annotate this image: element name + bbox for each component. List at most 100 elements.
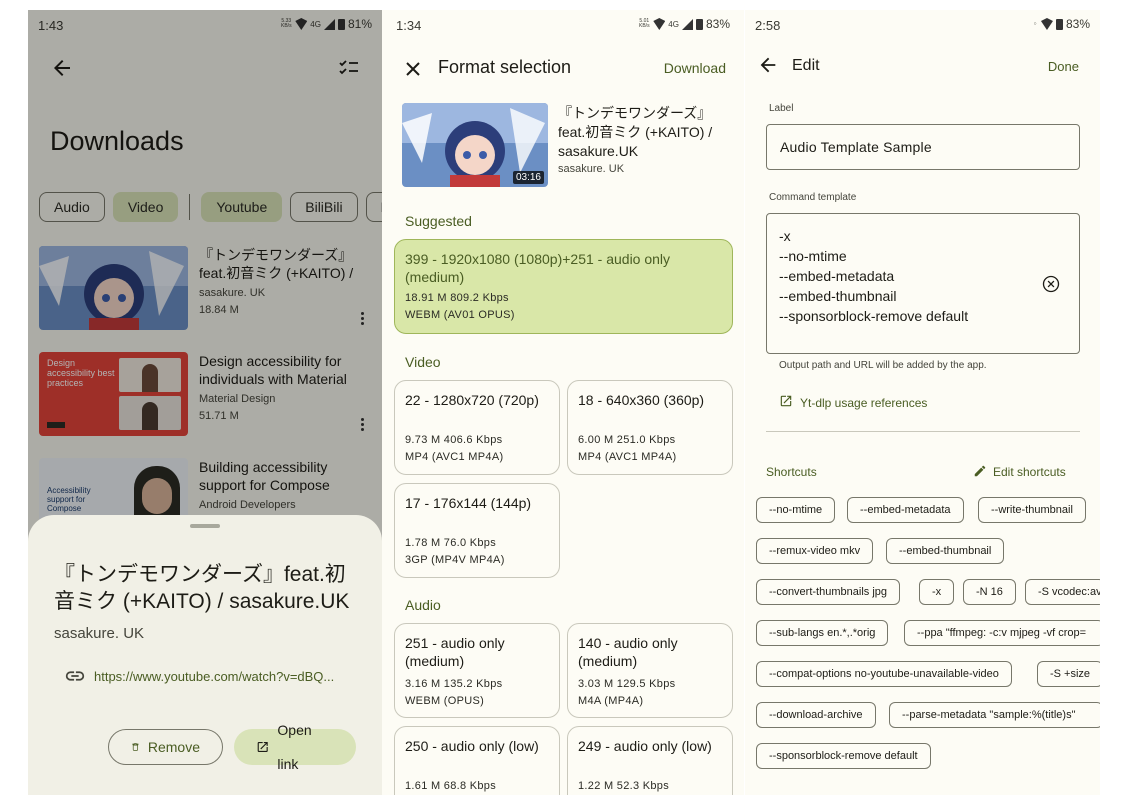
bottom-sheet: 『トンデモワンダーズ』feat.初音ミク (+KAITO) / sasakure… xyxy=(28,515,382,795)
format-card[interactable]: 249 - audio only (low) 1.22 M 52.3 Kbps xyxy=(567,726,733,795)
format-card[interactable]: 140 - audio only (medium) 3.03 M 129.5 K… xyxy=(567,623,733,718)
edit-template-screen: 2:58 ○ 83% Edit Done Label Audio Templat… xyxy=(745,10,1100,795)
drag-handle[interactable] xyxy=(190,524,220,528)
shortcut-chip[interactable]: --sub-langs en.*,.*orig xyxy=(756,620,889,646)
trash-icon xyxy=(132,743,139,751)
shortcut-chip[interactable]: --ppa "ffmpeg: -c:v mjpeg -vf crop= xyxy=(904,620,1100,646)
video-title: 『トンデモワンダーズ』feat.初音ミク (+KAITO) / sasakure… xyxy=(558,105,713,159)
clear-icon[interactable] xyxy=(1041,274,1061,294)
format-title: 249 - audio only (low) xyxy=(578,738,712,754)
page-title: Edit xyxy=(792,57,820,74)
format-codec: MP4 (AVC1 MP4A) xyxy=(578,451,677,463)
video-url-link[interactable]: https://www.youtube.com/watch?v=dBQ... xyxy=(94,669,344,684)
back-arrow-icon[interactable] xyxy=(757,54,779,76)
section-suggested: Suggested xyxy=(405,213,472,229)
status-icons: ○ 83% xyxy=(1032,17,1090,31)
label-input[interactable]: Audio Template Sample xyxy=(766,124,1080,170)
status-bar: 1:34 5.01 KB/s 4G 83% xyxy=(382,10,744,40)
shortcut-chip[interactable]: -N 16 xyxy=(963,579,1016,605)
open-link-button[interactable]: Open link xyxy=(234,722,356,772)
format-card[interactable]: 250 - audio only (low) 1.61 M 68.8 Kbps xyxy=(394,726,560,795)
alarm-icon: ○ xyxy=(1033,20,1037,27)
format-size: 1.78 M 76.0 Kbps xyxy=(405,537,497,549)
format-selection-screen: 1:34 5.01 KB/s 4G 83% Format selection D… xyxy=(382,10,744,795)
shortcut-chip[interactable]: --no-mtime xyxy=(756,497,836,523)
helper-text: Output path and URL will be added by the… xyxy=(779,360,987,371)
format-title: 18 - 640x360 (360p) xyxy=(578,392,705,408)
download-button[interactable]: Download xyxy=(664,60,726,76)
format-size: 3.03 M 129.5 Kbps xyxy=(578,678,676,690)
page-title: Format selection xyxy=(438,57,572,77)
format-size: 9.73 M 406.6 Kbps xyxy=(405,434,503,446)
shortcut-chip[interactable]: --sponsorblock-remove default xyxy=(756,743,931,769)
format-size: 6.00 M 251.0 Kbps xyxy=(578,434,676,446)
section-audio: Audio xyxy=(405,597,441,613)
command-line: --embed-metadata xyxy=(779,268,895,284)
label-caption: Label xyxy=(769,103,794,114)
command-line: --sponsorblock-remove default xyxy=(779,308,969,324)
format-title: 140 - audio only (medium) xyxy=(578,635,678,669)
battery-level: 83% xyxy=(705,17,730,31)
wifi-icon xyxy=(653,18,666,30)
format-codec: WEBM (AV01 OPUS) xyxy=(405,309,515,321)
network-type: 4G xyxy=(668,19,679,29)
shortcut-chip[interactable]: --remux-video mkv xyxy=(756,538,874,564)
usage-references-link[interactable]: Yt-dlp usage references xyxy=(800,396,927,410)
shortcut-chip[interactable]: --embed-metadata xyxy=(847,497,964,523)
video-channel: sasakure. UK xyxy=(558,163,625,175)
battery-icon xyxy=(1055,18,1063,30)
status-icons: 5.01 KB/s 4G 83% xyxy=(638,17,730,31)
divider xyxy=(766,431,1080,432)
command-line: --no-mtime xyxy=(779,248,847,264)
remove-button[interactable]: Remove xyxy=(108,729,223,765)
format-title: 399 - 1920x1080 (1080p)+251 - audio only… xyxy=(405,251,671,285)
link-icon xyxy=(65,671,85,681)
format-card[interactable]: 18 - 640x360 (360p) 6.00 M 251.0 Kbps MP… xyxy=(567,380,733,475)
format-size: 18.91 M 809.2 Kbps xyxy=(405,292,509,304)
format-size: 3.16 M 135.2 Kbps xyxy=(405,678,503,690)
shortcut-chip[interactable]: --convert-thumbnails jpg xyxy=(756,579,900,605)
shortcut-chip[interactable]: -S +size xyxy=(1037,661,1100,687)
network-speed: 5.01 KB/s xyxy=(639,18,650,29)
shortcut-chip[interactable]: --compat-options no-youtube-unavailable-… xyxy=(756,661,1012,687)
video-thumbnail: 03:16 xyxy=(402,103,548,187)
shortcut-chip[interactable]: --embed-thumbnail xyxy=(886,538,1005,564)
signal-icon xyxy=(681,18,693,30)
format-size: 1.61 M 68.8 Kbps xyxy=(405,780,497,792)
status-bar: 2:58 ○ 83% xyxy=(745,10,1100,40)
command-text: -x --no-mtime --embed-metadata --embed-t… xyxy=(779,226,968,326)
format-card[interactable]: 22 - 1280x720 (720p) 9.73 M 406.6 Kbps M… xyxy=(394,380,560,475)
command-line: -x xyxy=(779,228,791,244)
status-time: 1:34 xyxy=(396,18,422,33)
format-title: 17 - 176x144 (144p) xyxy=(405,495,532,511)
format-codec: MP4 (AVC1 MP4A) xyxy=(405,451,504,463)
wifi-icon xyxy=(1040,18,1053,30)
sheet-title: 『トンデモワンダーズ』feat.初音ミク (+KAITO) / sasakure… xyxy=(54,563,350,613)
shortcut-chip[interactable]: --download-archive xyxy=(756,702,876,728)
shortcut-chip[interactable]: --write-thumbnail xyxy=(978,497,1086,523)
format-size: 1.22 M 52.3 Kbps xyxy=(578,780,670,792)
edit-shortcuts-button[interactable]: Edit shortcuts xyxy=(993,465,1066,479)
command-template-input[interactable]: -x --no-mtime --embed-metadata --embed-t… xyxy=(766,213,1080,354)
format-card[interactable]: 251 - audio only (medium) 3.16 M 135.2 K… xyxy=(394,623,560,718)
format-title: 22 - 1280x720 (720p) xyxy=(405,392,539,408)
shortcut-chip[interactable]: -x xyxy=(919,579,955,605)
shortcut-chip[interactable]: --parse-metadata "sample:%(title)s" xyxy=(889,702,1100,728)
shortcuts-label: Shortcuts xyxy=(766,465,817,479)
pencil-icon xyxy=(974,465,986,477)
sheet-channel: sasakure. UK xyxy=(54,625,145,642)
duration-badge: 03:16 xyxy=(512,171,544,184)
done-button[interactable]: Done xyxy=(1048,59,1079,74)
command-caption: Command template xyxy=(769,192,857,203)
format-card-suggested[interactable]: 399 - 1920x1080 (1080p)+251 - audio only… xyxy=(394,239,733,334)
format-codec: 3GP (MP4V MP4A) xyxy=(405,554,505,566)
status-time: 2:58 xyxy=(755,18,781,33)
close-icon[interactable] xyxy=(401,57,425,81)
shortcut-chip[interactable]: -S vcodec:av xyxy=(1025,579,1100,605)
open-external-icon xyxy=(257,741,268,753)
format-card[interactable]: 17 - 176x144 (144p) 1.78 M 76.0 Kbps 3GP… xyxy=(394,483,560,578)
section-video: Video xyxy=(405,354,441,370)
format-title: 251 - audio only (medium) xyxy=(405,635,505,669)
open-external-icon xyxy=(780,395,792,407)
remove-label: Remove xyxy=(147,739,200,755)
